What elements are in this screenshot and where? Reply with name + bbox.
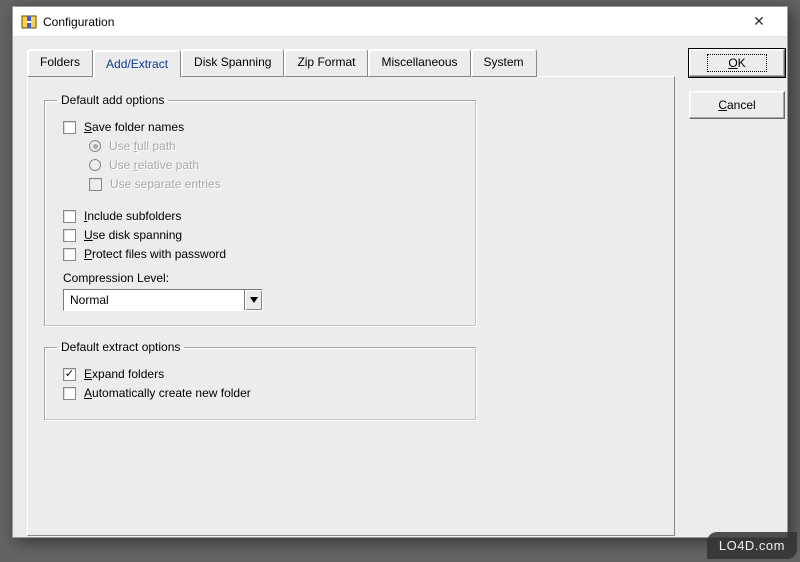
compression-level-value: Normal	[64, 290, 244, 310]
tab-folders[interactable]: Folders	[27, 49, 93, 77]
group-extract-legend: Default extract options	[57, 340, 184, 354]
label-expand-folders: Expand folders	[84, 367, 164, 381]
tab-miscellaneous[interactable]: Miscellaneous	[368, 49, 470, 77]
label-use-full-path: Use full path	[109, 139, 176, 153]
ok-button[interactable]: OK	[689, 49, 785, 77]
compression-level-combo[interactable]: Normal	[63, 289, 263, 311]
label-use-disk-spanning: Use disk spanning	[84, 228, 182, 242]
tab-disk-spanning[interactable]: Disk Spanning	[181, 49, 284, 77]
label-auto-create-folder: Automatically create new folder	[84, 386, 251, 400]
label-protect-with-password: Protect files with password	[84, 247, 226, 261]
group-add-legend: Default add options	[57, 93, 168, 107]
group-default-add-options: Default add options Save folder names Us…	[44, 93, 476, 326]
tab-panel-add-extract: Default add options Save folder names Us…	[27, 76, 675, 536]
checkbox-expand-folders[interactable]: ✓	[63, 368, 76, 381]
close-icon: ✕	[753, 13, 765, 30]
label-use-relative-path: Use relative path	[109, 158, 199, 172]
radio-use-relative-path	[89, 159, 101, 171]
checkbox-include-subfolders[interactable]	[63, 210, 76, 223]
tab-zip-format[interactable]: Zip Format	[284, 49, 368, 77]
checkbox-use-separate-entries	[89, 178, 102, 191]
watermark: LO4D.com	[707, 532, 797, 559]
tab-add-extract[interactable]: Add/Extract	[93, 50, 181, 78]
cancel-button[interactable]: Cancel	[689, 91, 785, 119]
close-button[interactable]: ✕	[739, 7, 779, 37]
label-save-folder-names: Save folder names	[84, 120, 184, 134]
checkbox-use-disk-spanning[interactable]	[63, 229, 76, 242]
tabstrip: Folders Add/Extract Disk Spanning Zip Fo…	[27, 49, 675, 77]
chevron-down-icon	[250, 297, 258, 303]
titlebar: Configuration ✕	[13, 7, 787, 37]
checkbox-auto-create-folder[interactable]	[63, 387, 76, 400]
checkbox-protect-with-password[interactable]	[63, 248, 76, 261]
checkbox-save-folder-names[interactable]	[63, 121, 76, 134]
configuration-dialog: Configuration ✕ Folders Add/Extract Disk…	[12, 6, 788, 538]
tab-system[interactable]: System	[471, 49, 537, 77]
label-use-separate-entries: Use separate entries	[110, 177, 221, 191]
combo-dropdown-button[interactable]	[244, 290, 262, 310]
label-compression-level: Compression Level:	[63, 271, 463, 285]
radio-use-full-path	[89, 140, 101, 152]
window-title: Configuration	[43, 15, 739, 29]
app-icon	[21, 14, 37, 30]
dialog-buttons: OK Cancel	[689, 49, 785, 133]
group-default-extract-options: Default extract options ✓ Expand folders…	[44, 340, 476, 420]
label-include-subfolders: Include subfolders	[84, 209, 181, 223]
